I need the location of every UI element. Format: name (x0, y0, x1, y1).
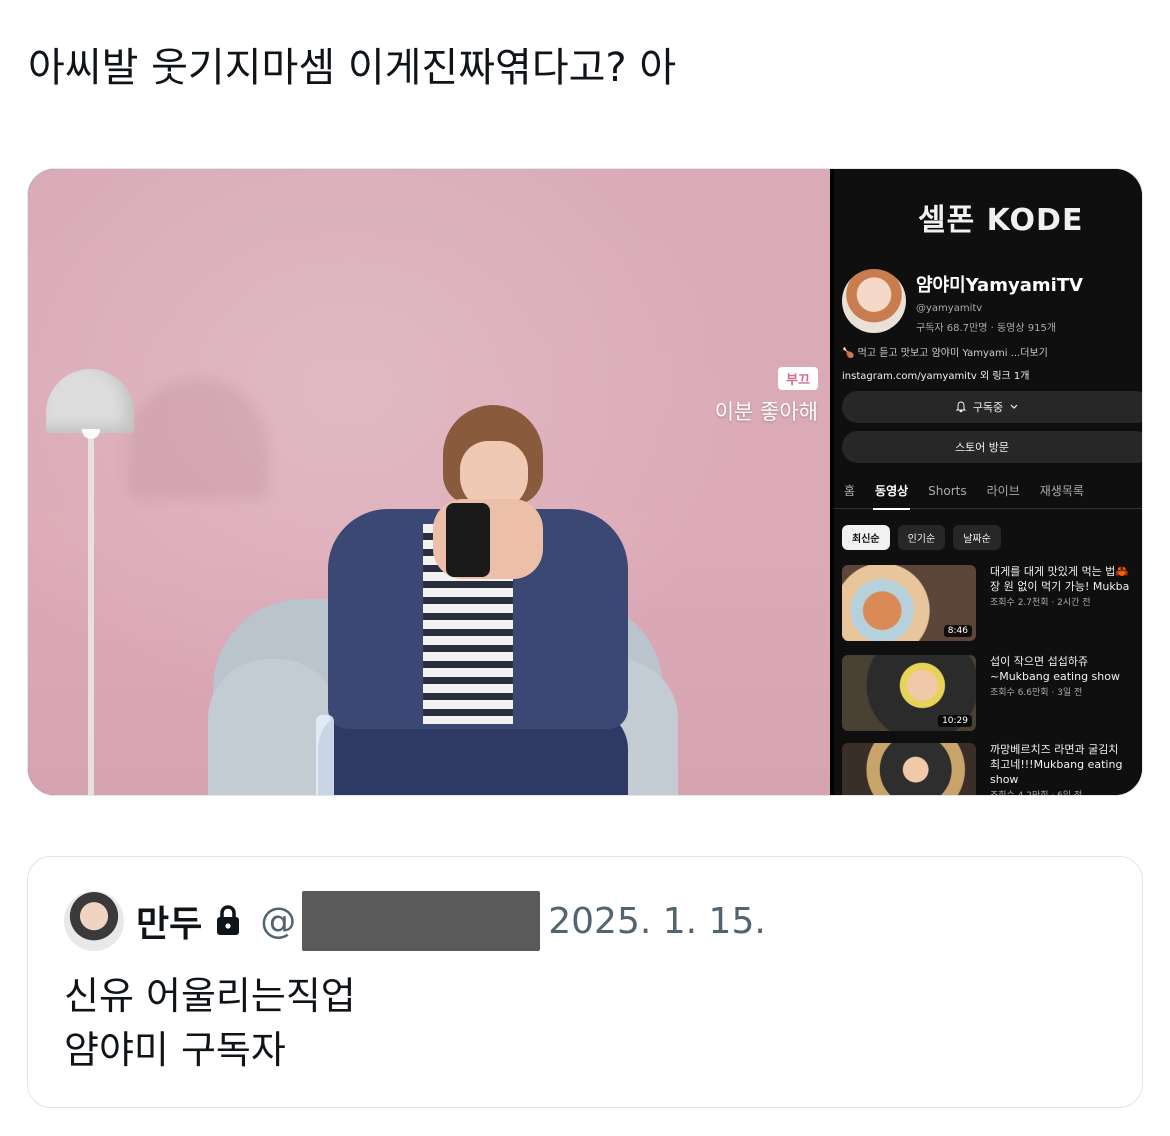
channel-avatar (842, 269, 906, 333)
video-item: 까망베르치즈 라면과 굴김치 최고네!!!Mukbang eating show… (842, 743, 1142, 796)
video-title-line2: 장 원 없이 먹기 가능! Mukba (990, 580, 1130, 593)
store-button: 스토어 방문 (842, 431, 1142, 463)
video-meta: 조회수 4.2만회 · 6일 전 (990, 791, 1083, 796)
lock-icon (214, 903, 242, 939)
video-title-line2: ~Mukbang eating show (990, 670, 1120, 683)
subscribed-label: 구독중 (972, 401, 1004, 414)
video-caption: 부끄 이분 좋아해 (715, 367, 818, 426)
video-item: 10:29 섭이 작으면 섭섭하쥬 ~Mukbang eating show 조… (842, 655, 1142, 735)
redacted-handle (302, 891, 541, 951)
channel-stats: 구독자 68.7만명 · 동영상 915개 (916, 323, 1057, 334)
channel-description: 🍗 먹고 듣고 맛보고 얌야미 Yamyami ...더보기 (842, 348, 1048, 359)
bell-icon (955, 401, 967, 413)
brand-logo: 셀폰 KODE (918, 203, 1084, 238)
post-text: 아씨발 웃기지마셈 이게진짜엮다고? 아 (28, 45, 677, 91)
video-title-line3: show (990, 773, 1019, 786)
video-thumbnail: 10:29 (842, 655, 976, 731)
quoted-post-body: 신유 어울리는직업 얌야미 구독자 (64, 969, 356, 1077)
author-handle: @ (260, 900, 297, 942)
video-thumbnail: 8:46 (842, 565, 976, 641)
caption-badge: 부끄 (778, 367, 818, 390)
video-title: 섭이 작으면 섭섭하쥬 (990, 655, 1089, 668)
video-title: 까망베르치즈 라면과 굴김치 (990, 743, 1119, 756)
quoted-text-line: 신유 어울리는직업 (64, 974, 356, 1018)
sort-chips: 최신순 인기순 날짜순 (842, 525, 1001, 550)
video-duration: 10:29 (938, 715, 972, 727)
channel-tabs: 홈 동영상 Shorts 라이브 재생목록 (834, 473, 1142, 510)
chevron-down-icon (1010, 404, 1018, 409)
video-thumbnail (842, 743, 976, 795)
channel-link: instagram.com/yamyamitv 외 링크 1개 (842, 371, 1030, 382)
video-duration: 8:46 (943, 625, 972, 637)
tab-videos: 동영상 (865, 473, 918, 510)
video-frame: 부끄 이분 좋아해 (28, 169, 830, 795)
avatar[interactable] (64, 891, 124, 951)
video-meta: 조회수 6.6만회 · 3일 전 (990, 688, 1083, 698)
caption-text: 이분 좋아해 (714, 400, 818, 424)
tab-shorts: Shorts (928, 483, 967, 498)
water-bottle (316, 715, 334, 795)
tab-playlists: 재생목록 (1039, 483, 1084, 498)
subscribed-button: 구독중 (842, 391, 1142, 423)
channel-handle: @yamyamitv (916, 303, 983, 314)
quoted-post-header: 만두 @ 2025. 1. 15. (136, 891, 766, 951)
chip-popular: 인기순 (897, 525, 946, 550)
channel-name: 얌야미YamyamiTV (916, 275, 1083, 296)
chip-date: 날짜순 (953, 525, 1001, 550)
media-image[interactable]: 부끄 이분 좋아해 셀폰 KODE 얌야미YamyamiTV @yamyamit… (27, 168, 1143, 796)
quoted-post[interactable]: 만두 @ 2025. 1. 15. 신유 어울리는직업 얌야미 구독자 (27, 856, 1143, 1108)
post-date: 2025. 1. 15. (548, 900, 766, 942)
author-name[interactable]: 만두 (136, 895, 202, 947)
floor-lamp-pole (88, 437, 94, 795)
video-title-line2: 최고네!!!Mukbang eating (990, 758, 1123, 771)
quoted-text-line: 얌야미 구독자 (64, 1028, 286, 1072)
phone-screen-youtube: 셀폰 KODE 얌야미YamyamiTV @yamyamitv 구독자 68.7… (834, 169, 1142, 796)
tab-home: 홈 (844, 483, 856, 498)
video-title: 대게를 대게 맛있게 먹는 법🦀 (990, 565, 1130, 578)
chip-latest: 최신순 (842, 525, 890, 550)
video-item: 8:46 대게를 대게 맛있게 먹는 법🦀 장 원 없이 먹기 가능! Mukb… (842, 565, 1142, 645)
video-meta: 조회수 2.7천회 · 2시간 전 (990, 598, 1091, 608)
smartphone (446, 503, 490, 577)
tab-live: 라이브 (986, 483, 1020, 498)
